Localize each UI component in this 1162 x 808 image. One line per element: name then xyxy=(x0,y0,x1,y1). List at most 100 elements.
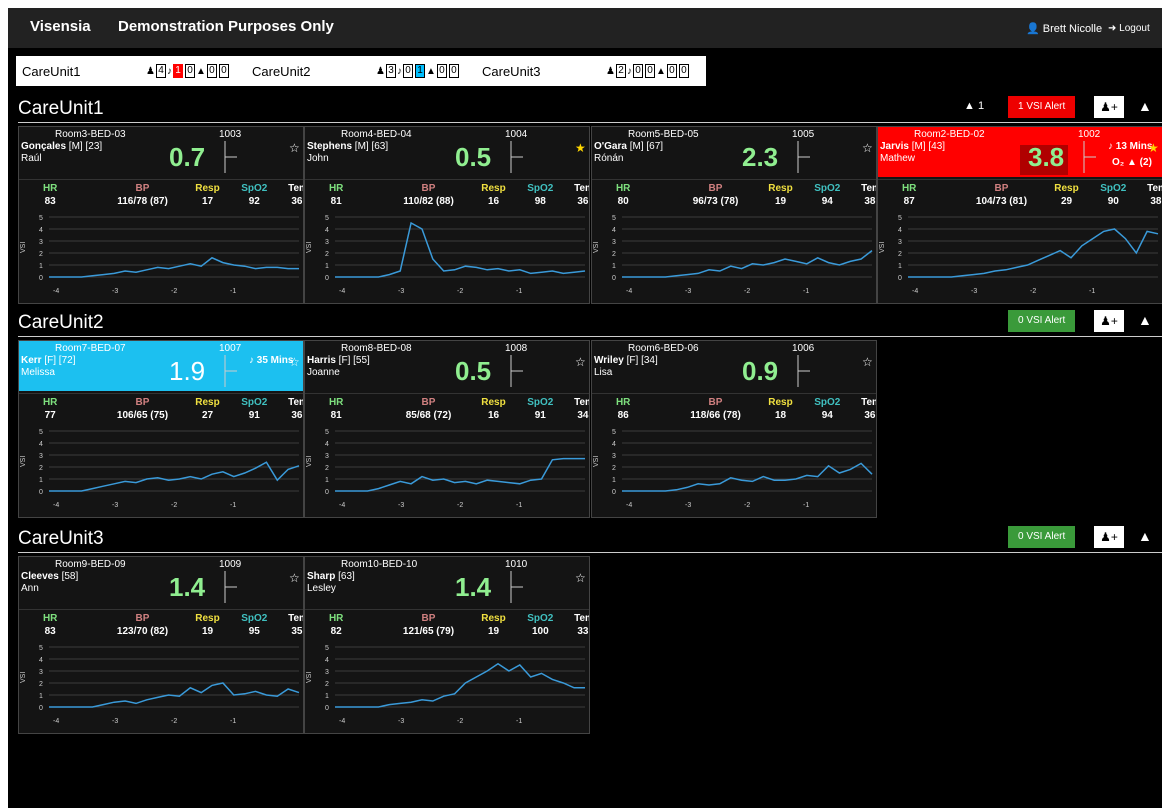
bell-icon: ♪ xyxy=(166,65,172,77)
vital-label: SpO2 xyxy=(241,397,268,408)
patient-card[interactable]: Room10-BED-10 1010 Sharp [63] Lesley 1.4 ☆ HR 8… xyxy=(304,556,590,734)
svg-text:0: 0 xyxy=(898,275,902,282)
patient-card[interactable]: Room3-BED-03 1003 Gonçales [M] [23] Raúl 0.7… xyxy=(18,126,304,304)
svg-text:-2: -2 xyxy=(457,718,463,725)
bell-count: 0 xyxy=(402,64,413,78)
patient-card[interactable]: Room5-BED-05 1005 O'Gara [M] [67] Rónán 2.3 ☆… xyxy=(591,126,877,304)
svg-text:-3: -3 xyxy=(971,288,977,295)
collapse-icon[interactable]: ▲ xyxy=(1138,312,1152,328)
patient-card[interactable]: Room8-BED-08 1008 Harris [F] [55] Joanne 0.5… xyxy=(304,340,590,518)
vital-temp: Temp 35.8 xyxy=(279,613,303,637)
svg-text:-2: -2 xyxy=(171,718,177,725)
star-icon[interactable]: ★ xyxy=(1148,141,1159,155)
svg-text:3: 3 xyxy=(612,239,616,246)
svg-text:-2: -2 xyxy=(171,288,177,295)
svg-text:-2: -2 xyxy=(1030,288,1036,295)
vital-resp: Resp 19 xyxy=(474,613,513,637)
tab-careunit1[interactable]: CareUnit1 ♟ 4 ♪ 1 0 ▲ 0 0 xyxy=(16,56,246,86)
vital-hr: HR 83 xyxy=(37,183,63,207)
vsi-alert-button[interactable]: 1 VSI Alert xyxy=(1008,96,1076,118)
star-icon[interactable]: ☆ xyxy=(862,141,873,155)
vsi-alert-button[interactable]: 0 VSI Alert xyxy=(1008,310,1076,332)
brand[interactable]: Visensia xyxy=(30,18,91,35)
patient-name: Jarvis [M] [43] xyxy=(880,141,946,152)
room-label: Room2-BED-02 xyxy=(914,129,985,140)
patient-card[interactable]: Room7-BED-07 1007 Kerr [F] [72] Melissa 1.9 ♪… xyxy=(18,340,304,518)
vital-label: BP xyxy=(421,613,436,624)
bell-blue-count: 1 xyxy=(414,64,425,78)
surname: Harris xyxy=(307,355,336,366)
collapse-icon[interactable]: ▲ xyxy=(1138,528,1152,544)
tab-name: CareUnit3 xyxy=(482,63,541,79)
trend-indicator xyxy=(224,571,237,603)
patient-card[interactable]: Room6-BED-06 1006 Wriley [F] [34] Lisa 0.9 ☆ H… xyxy=(591,340,877,518)
user-icon: 👤 xyxy=(1026,23,1040,35)
vital-label: Temp xyxy=(861,183,876,194)
vital-label: HR xyxy=(42,613,58,624)
vsi-trend-chart: 5 4 3 2 1 0 VSI -4 -3 -2 -1 xyxy=(306,215,586,295)
vital-label: Resp xyxy=(481,613,506,624)
patient-card[interactable]: Room9-BED-09 1009 Cleeves [58] Ann 1.4 ☆ HR 83 B… xyxy=(18,556,304,734)
add-patient-button[interactable]: ♟+ xyxy=(1094,96,1124,118)
vital-value: 17 xyxy=(201,196,214,207)
star-icon[interactable]: ☆ xyxy=(575,571,586,585)
svg-text:1: 1 xyxy=(898,263,902,270)
person-count: 4 xyxy=(155,64,166,78)
star-icon[interactable]: ☆ xyxy=(289,355,300,369)
room-label: Room4-BED-04 xyxy=(341,129,412,140)
vital-label: SpO2 xyxy=(1100,183,1127,194)
vsi-trend-chart: 5 4 3 2 1 0 VSI -4 -3 -2 -1 xyxy=(20,645,300,725)
card-header: Room7-BED-07 1007 Kerr [F] [72] Melissa 1.9 ♪… xyxy=(19,341,303,391)
card-header: Room3-BED-03 1003 Gonçales [M] [23] Raúl 0.7… xyxy=(19,127,303,177)
patient-name: Kerr [F] [72] xyxy=(21,355,76,366)
vital-spo2: SpO2 90 xyxy=(1094,183,1133,207)
collapse-icon[interactable]: ▲ xyxy=(1138,98,1152,114)
star-icon[interactable]: ☆ xyxy=(289,571,300,585)
svg-text:VSI: VSI xyxy=(20,456,27,467)
extra-count: 0 xyxy=(678,64,689,78)
vsi-score: 0.7 xyxy=(169,142,206,172)
logout-link[interactable]: ➜ Logout xyxy=(1108,23,1150,34)
svg-text:3: 3 xyxy=(898,239,902,246)
svg-text:-4: -4 xyxy=(53,502,59,509)
app-window: Visensia Demonstration Purposes Only 👤 B… xyxy=(8,8,1162,808)
patient-name: Wriley [F] [34] xyxy=(594,355,658,366)
vsi-trend-chart: 5 4 3 2 1 0 VSI -4 -3 -2 -1 xyxy=(879,215,1159,295)
svg-text:3: 3 xyxy=(325,239,329,246)
surname: Kerr xyxy=(21,355,42,366)
star-icon[interactable]: ★ xyxy=(575,141,586,155)
star-icon[interactable]: ☆ xyxy=(575,355,586,369)
svg-text:-3: -3 xyxy=(398,502,404,509)
vital-value: 90 xyxy=(1107,196,1119,207)
vital-temp: Temp 36.4 xyxy=(565,183,589,207)
card-header: Room10-BED-10 1010 Sharp [63] Lesley 1.4 ☆ xyxy=(305,557,589,607)
alert-timer: ♪ 35 Mins xyxy=(249,355,294,366)
unit-title: CareUnit3 xyxy=(18,528,104,549)
svg-text:0: 0 xyxy=(39,705,43,712)
star-icon[interactable]: ☆ xyxy=(289,141,300,155)
bell-count: 1 xyxy=(172,64,183,78)
tab-careunit2[interactable]: CareUnit2 ♟ 3 ♪ 0 1 ▲ 0 0 xyxy=(246,56,476,86)
person-icon: ♟ xyxy=(146,65,155,77)
svg-text:5: 5 xyxy=(898,215,902,222)
tab-name: CareUnit1 xyxy=(22,63,81,79)
add-patient-button[interactable]: ♟+ xyxy=(1094,310,1124,332)
star-icon[interactable]: ☆ xyxy=(862,355,873,369)
vsi-alert-button[interactable]: 0 VSI Alert xyxy=(1008,526,1076,548)
svg-text:-1: -1 xyxy=(516,502,522,509)
card-header: Room8-BED-08 1008 Harris [F] [55] Joanne 0.5… xyxy=(305,341,589,391)
add-patient-button[interactable]: ♟+ xyxy=(1094,526,1124,548)
vital-value: 18 xyxy=(774,410,787,421)
patient-card[interactable]: Room4-BED-04 1004 Stephens [M] [63] John 0.5… xyxy=(304,126,590,304)
vital-label: SpO2 xyxy=(241,613,268,624)
user-menu[interactable]: 👤 Brett Nicolle xyxy=(1026,22,1102,35)
tab-careunit3[interactable]: CareUnit3 ♟ 2 ♪ 0 0 ▲ 0 0 xyxy=(476,56,706,86)
patient-card[interactable]: Room2-BED-02 1002 Jarvis [M] [43] Mathew 3.8… xyxy=(877,126,1162,304)
vital-value: 34.9 xyxy=(577,410,589,421)
unit-header-careunit3: CareUnit3 0 VSI Alert ♟+ ▲ xyxy=(18,526,1162,553)
vital-value: 80 xyxy=(617,196,629,207)
vital-label: SpO2 xyxy=(814,183,841,194)
vital-value: 36.5 xyxy=(291,196,303,207)
surname: Jarvis xyxy=(880,141,909,152)
svg-text:-1: -1 xyxy=(230,502,236,509)
